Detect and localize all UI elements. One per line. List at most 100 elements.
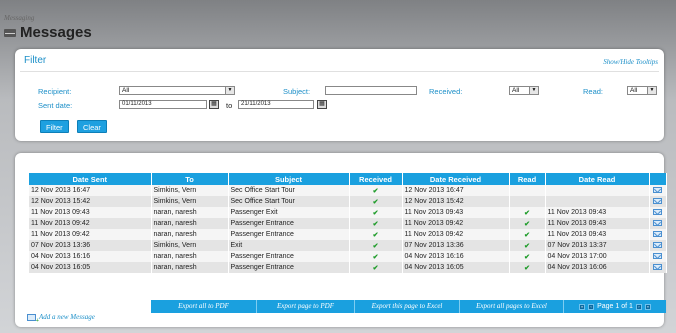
table-row[interactable]: 04 Nov 2013 16:16 naran, naresh Passenger … — [29, 251, 667, 262]
sent-date-label: Sent date: — [38, 101, 73, 110]
clear-button[interactable]: Clear — [77, 120, 107, 133]
read-label: Read: — [583, 87, 604, 96]
breadcrumb: Messaging — [4, 14, 35, 22]
col-received[interactable]: Received — [349, 173, 403, 185]
recipient-select[interactable]: All ▼ — [119, 86, 235, 95]
next-page-icon[interactable]: › — [635, 303, 642, 310]
table-row[interactable]: 11 Nov 2013 09:42 naran, naresh Passenger … — [29, 229, 667, 240]
row-actions — [649, 196, 667, 207]
received-select[interactable]: All ▼ — [509, 86, 539, 95]
cell-to: naran, naresh — [151, 229, 229, 240]
filter-button[interactable]: Filter — [40, 120, 69, 133]
cell-date-read: 11 Nov 2013 09:43 — [545, 229, 650, 240]
received-check-icon: ✔ — [349, 240, 403, 251]
message-icon — [4, 28, 16, 37]
sent-date-from-input[interactable]: 01/11/2013 — [119, 100, 207, 109]
table-row[interactable]: 12 Nov 2013 16:47 Simkins, Vern Sec Office… — [29, 185, 667, 196]
read-check-icon: ✔ — [509, 240, 546, 251]
cell-date-sent: 12 Nov 2013 16:47 — [29, 185, 152, 196]
received-select-value: All — [512, 87, 520, 94]
first-page-icon[interactable]: « — [579, 303, 586, 310]
col-date-sent[interactable]: Date Sent — [29, 173, 152, 185]
cell-date-received: 12 Nov 2013 16:47 — [402, 185, 510, 196]
chevron-down-icon: ▼ — [225, 87, 234, 94]
col-subject[interactable]: Subject — [228, 173, 350, 185]
table-row[interactable]: 07 Nov 2013 13:36 Simkins, Vern Exit ✔ 07 No… — [29, 240, 667, 251]
read-check-icon: ✔ — [509, 207, 546, 218]
row-actions — [649, 207, 667, 218]
table-row[interactable]: 11 Nov 2013 09:42 naran, naresh Passenger … — [29, 218, 667, 229]
cell-date-sent: 12 Nov 2013 15:42 — [29, 196, 152, 207]
col-to[interactable]: To — [151, 173, 229, 185]
cell-subject: Passenger Entrance — [228, 262, 350, 273]
cell-subject: Exit — [228, 240, 350, 251]
table-row[interactable]: 04 Nov 2013 16:05 naran, naresh Passenger … — [29, 262, 667, 273]
envelope-icon[interactable] — [653, 187, 662, 194]
row-actions — [649, 229, 667, 240]
table-row[interactable]: 11 Nov 2013 09:43 naran, naresh Passenger … — [29, 207, 667, 218]
cell-to: Simkins, Vern — [151, 196, 229, 207]
show-hide-tooltips-link[interactable]: Show/Hide Tooltips — [603, 58, 658, 66]
read-select[interactable]: All ▼ — [627, 86, 657, 95]
received-check-icon: ✔ — [349, 262, 403, 273]
cell-date-sent: 11 Nov 2013 09:42 — [29, 229, 152, 240]
cell-date-sent: 04 Nov 2013 16:05 — [29, 262, 152, 273]
cell-date-sent: 11 Nov 2013 09:43 — [29, 207, 152, 218]
add-message-link[interactable]: Add a new Message — [27, 313, 95, 324]
read-check-icon: ✔ — [509, 229, 546, 240]
export-all-excel-link[interactable]: Export all pages to Excel — [460, 300, 564, 313]
envelope-icon[interactable] — [653, 231, 662, 238]
last-page-icon[interactable]: » — [644, 303, 651, 310]
page-title-text: Messages — [20, 24, 92, 41]
cell-date-sent: 11 Nov 2013 09:42 — [29, 218, 152, 229]
export-page-pdf-link[interactable]: Export page to PDF — [257, 300, 355, 313]
cell-date-read: 11 Nov 2013 09:43 — [545, 207, 650, 218]
chevron-down-icon: ▼ — [647, 87, 656, 94]
pager: « ‹ Page 1 of 1 › » — [564, 303, 666, 310]
col-date-received[interactable]: Date Received — [402, 173, 510, 185]
cell-to: naran, naresh — [151, 207, 229, 218]
calendar-icon[interactable]: ▦ — [317, 100, 327, 109]
received-check-icon: ✔ — [349, 207, 403, 218]
envelope-icon[interactable] — [653, 220, 662, 227]
col-date-read[interactable]: Date Read — [545, 173, 650, 185]
cell-to: naran, naresh — [151, 262, 229, 273]
cell-date-received: 07 Nov 2013 13:36 — [402, 240, 510, 251]
table-row[interactable]: 12 Nov 2013 15:42 Simkins, Vern Sec Office… — [29, 196, 667, 207]
cell-date-received: 11 Nov 2013 09:42 — [402, 218, 510, 229]
messages-panel: Date Sent To Subject Received Date Recei… — [15, 153, 667, 327]
filter-panel: Filter Show/Hide Tooltips Recipient: All… — [15, 49, 664, 141]
envelope-icon[interactable] — [653, 198, 662, 205]
received-check-icon: ✔ — [349, 185, 403, 196]
table-header-row: Date Sent To Subject Received Date Recei… — [29, 173, 667, 185]
calendar-icon[interactable]: ▦ — [209, 100, 219, 109]
col-read[interactable]: Read — [509, 173, 546, 185]
export-all-pdf-link[interactable]: Export all to PDF — [151, 300, 257, 313]
row-actions — [649, 185, 667, 196]
cell-date-sent: 07 Nov 2013 13:36 — [29, 240, 152, 251]
export-page-excel-link[interactable]: Export this page to Excel — [355, 300, 460, 313]
prev-page-icon[interactable]: ‹ — [588, 303, 595, 310]
page-indicator: Page 1 of 1 — [597, 303, 633, 310]
envelope-icon[interactable] — [653, 253, 662, 260]
envelope-icon[interactable] — [653, 242, 662, 249]
subject-input[interactable] — [325, 86, 417, 95]
row-actions — [649, 262, 667, 273]
cell-date-read: 11 Nov 2013 09:43 — [545, 218, 650, 229]
envelope-icon[interactable] — [653, 264, 662, 271]
received-check-icon: ✔ — [349, 218, 403, 229]
row-actions — [649, 251, 667, 262]
envelope-icon[interactable] — [653, 209, 662, 216]
col-actions — [649, 173, 667, 185]
row-actions — [649, 218, 667, 229]
messages-table: Date Sent To Subject Received Date Recei… — [29, 173, 667, 273]
subject-label: Subject: — [283, 87, 311, 96]
add-message-icon — [27, 313, 39, 324]
recipient-label: Recipient: — [38, 87, 72, 96]
received-check-icon: ✔ — [349, 251, 403, 262]
sent-date-to-input[interactable]: 21/11/2013 — [238, 100, 314, 109]
received-check-icon: ✔ — [349, 196, 403, 207]
filter-title: Filter — [24, 55, 47, 66]
cell-subject: Sec Office Start Tour — [228, 196, 350, 207]
received-check-icon: ✔ — [349, 229, 403, 240]
